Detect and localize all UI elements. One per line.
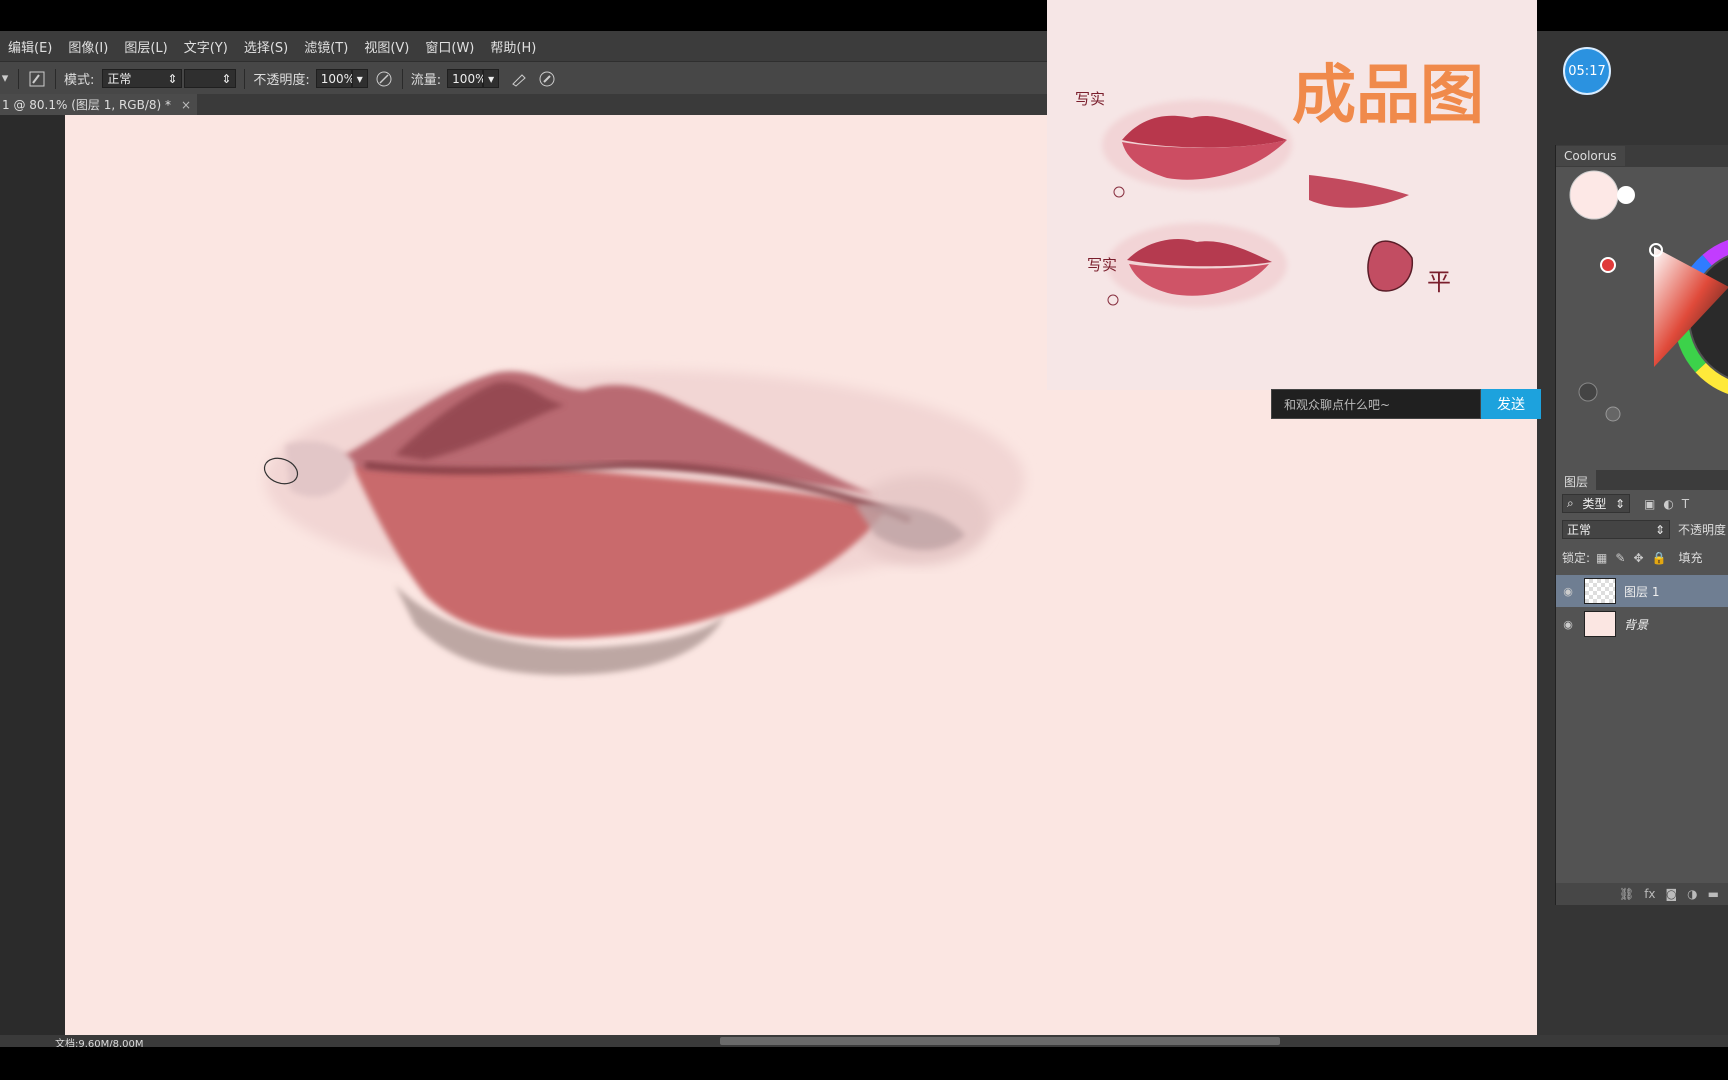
document-tab-title: 1 @ 80.1% (图层 1, RGB/8) * (2, 98, 172, 112)
menu-type[interactable]: 文字(Y) (176, 37, 236, 56)
lock-icon[interactable]: ▦✎✥🔒 (1596, 551, 1674, 565)
menu-window[interactable]: 窗口(W) (417, 37, 482, 56)
layer-thumbnail (1584, 611, 1616, 637)
eye-icon[interactable]: ◉ (1556, 618, 1580, 631)
mask-icon[interactable]: ◙ (1666, 887, 1678, 901)
close-icon[interactable]: × (181, 98, 191, 112)
opacity-label: 不透明度: (253, 73, 310, 88)
menu-layer[interactable]: 图层(L) (116, 37, 175, 56)
layer-thumbnail (1584, 578, 1616, 604)
palette-icon[interactable] (1578, 382, 1598, 402)
chat-input[interactable]: 和观众聊点什么吧~ (1271, 389, 1481, 419)
reference-title: 成品图 (1292, 59, 1484, 133)
adjustment-icon[interactable]: ◑ (1687, 887, 1697, 901)
pressure-size-icon[interactable] (537, 69, 557, 89)
layer-row[interactable]: ◉ 图层 1 (1556, 575, 1728, 607)
opacity-value: 100% (320, 71, 356, 86)
left-gutter (0, 115, 65, 1035)
timer-badge: 05:17 (1563, 47, 1611, 95)
chevron-updown-icon: ⇕ (1614, 496, 1625, 511)
layer-filter-row: ⌕ 类型 ⇕ ▣◐T (1562, 494, 1697, 513)
reference-image: 成品图 写实 写实 平 (1047, 0, 1537, 390)
background-swatch[interactable] (1617, 186, 1635, 204)
horizontal-scrollbar[interactable] (720, 1037, 1280, 1045)
mode-secondary-select[interactable]: ⇕ (184, 69, 237, 88)
eye-icon[interactable]: ◉ (1556, 585, 1580, 598)
search-icon: ⌕ (1567, 496, 1574, 510)
blend-mode-select[interactable]: 正常 ⇕ (1562, 520, 1670, 539)
flow-dropdown-icon[interactable]: ▾ (483, 69, 500, 88)
menu-edit[interactable]: 编辑(E) (0, 37, 60, 56)
fx-icon[interactable]: fx (1644, 887, 1655, 901)
tool-preset-arrow-icon[interactable]: ▾ (0, 69, 10, 89)
mode-label: 模式: (64, 73, 95, 88)
airbrush-icon[interactable] (509, 69, 529, 89)
chevron-updown-icon: ⇕ (167, 71, 178, 86)
menu-filter[interactable]: 滤镜(T) (296, 37, 356, 56)
mode-select[interactable]: 正常 ⇕ (102, 69, 183, 88)
flow-label: 流量: (410, 73, 442, 88)
tool-options-bar: ▾ 模式: 正常 ⇕ ⇕ 不透明度: 100% ▾ 流量: 100% ▾ (0, 61, 1048, 95)
eye-icon (1113, 186, 1125, 198)
menu-image[interactable]: 图像(I) (60, 37, 116, 56)
menu-view[interactable]: 视图(V) (356, 37, 417, 56)
pressure-opacity-icon[interactable] (374, 69, 394, 89)
fill-label: 填充 (1678, 551, 1703, 565)
link-icon[interactable]: ⛓ (1619, 887, 1634, 901)
blend-row: 正常 ⇕ 不透明度 (1562, 520, 1726, 539)
layers-footer: ⛓ fx ◙ ◑ ▬ (1556, 883, 1728, 905)
filter-icons[interactable]: ▣◐T (1644, 497, 1697, 511)
lock-label: 锁定: (1562, 551, 1591, 565)
color-wheel[interactable] (1556, 167, 1728, 427)
layer-filter-value: 类型 (1582, 497, 1607, 511)
layers-tab-strip: 图层 (1556, 470, 1728, 493)
colorus-tab-strip: Coolorus (1556, 145, 1728, 167)
tab-layers[interactable]: 图层 (1556, 470, 1597, 493)
menu-help[interactable]: 帮助(H) (482, 37, 544, 56)
label-flat: 平 (1427, 268, 1451, 296)
brush-preset-icon[interactable] (27, 69, 47, 89)
opacity-input[interactable]: 100% (315, 69, 356, 88)
layer-name[interactable]: 图层 1 (1624, 583, 1659, 600)
tab-colorus[interactable]: Coolorus (1556, 146, 1625, 166)
eye-icon (1107, 294, 1119, 306)
folder-icon[interactable]: ▬ (1708, 887, 1719, 901)
foreground-swatch[interactable] (1569, 170, 1619, 220)
lock-row: 锁定: ▦✎✥🔒 填充 (1562, 549, 1702, 566)
stop-icon[interactable] (1605, 406, 1621, 422)
mode-value: 正常 (107, 72, 132, 86)
flow-input[interactable]: 100% (447, 69, 487, 88)
layer-row[interactable]: ◉ 背景 (1556, 608, 1728, 640)
menu-select[interactable]: 选择(S) (236, 37, 296, 56)
bottom-black-bar (0, 1047, 1728, 1080)
layer-name[interactable]: 背景 (1624, 616, 1648, 633)
layer-opacity-label: 不透明度 (1678, 523, 1727, 537)
chat-bar: 和观众聊点什么吧~ 发送 (1271, 389, 1541, 419)
blend-mode-value: 正常 (1567, 523, 1592, 537)
chevron-updown-icon: ⇕ (221, 71, 232, 86)
send-button[interactable]: 发送 (1481, 389, 1541, 419)
label-realistic-top: 写实 (1075, 90, 1106, 108)
document-tab[interactable]: 1 @ 80.1% (图层 1, RGB/8) * × (0, 94, 198, 115)
flow-value: 100% (452, 71, 487, 86)
chevron-updown-icon: ⇕ (1654, 522, 1665, 537)
label-realistic-bottom: 写实 (1087, 256, 1118, 274)
menu-bar: 编辑(E) 图像(I) 图层(L) 文字(Y) 选择(S) 滤镜(T) 视图(V… (0, 31, 1048, 61)
right-panels: Coolorus 图层 ⌕ 类型 ⇕ ▣◐T 正常 ⇕ 不透明度 锁定: ▦✎✥… (1555, 145, 1728, 905)
opacity-dropdown-icon[interactable]: ▾ (351, 69, 368, 88)
layer-filter-select[interactable]: ⌕ 类型 ⇕ (1562, 494, 1630, 513)
